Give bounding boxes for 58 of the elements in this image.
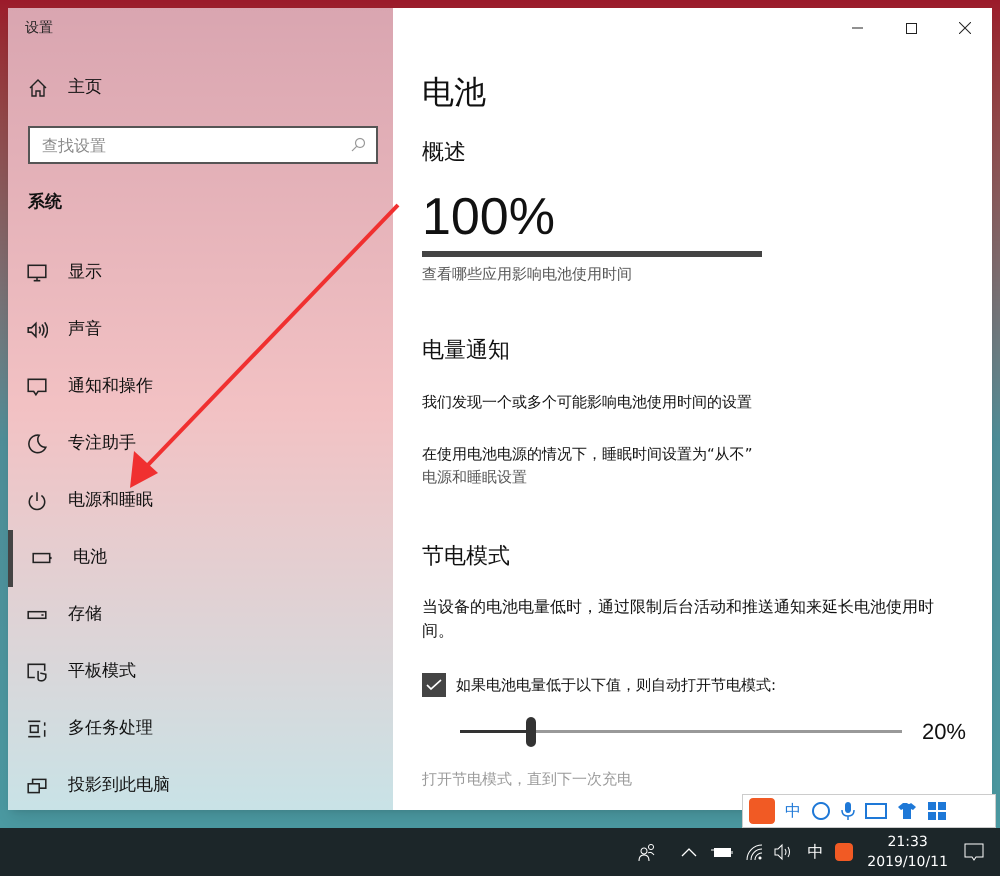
page-title: 电池 <box>422 76 486 108</box>
nav-item[interactable]: 多任务处理 <box>8 700 393 758</box>
nav-icon <box>26 376 48 398</box>
slider-value: 20% <box>922 718 966 746</box>
chevron-up-icon[interactable] <box>681 847 698 857</box>
description-text: 当设备的电池电量低时，通过限制后台活动和推送通知来延长电池使用时间。 <box>422 596 935 642</box>
nav-item[interactable]: 显示 <box>8 244 393 302</box>
clock-date[interactable]: 2019/10/11 <box>867 852 948 872</box>
ime-logo-icon <box>749 798 775 824</box>
section-heading: 系统 <box>27 191 62 214</box>
nav-item[interactable]: 投影到此电脑 <box>8 758 393 810</box>
clock-time[interactable]: 21:33 <box>887 832 928 852</box>
nav-item[interactable]: 存储 <box>8 586 393 644</box>
nav-item[interactable]: 通知和操作 <box>8 358 393 416</box>
link[interactable]: 查看哪些应用影响电池使用时间 <box>422 263 632 286</box>
section-heading: 概述 <box>422 139 466 167</box>
nav-icon <box>26 319 48 341</box>
grid-icon[interactable] <box>927 801 947 821</box>
nav-item[interactable]: 电池 <box>8 530 393 586</box>
nav-icon <box>26 661 48 683</box>
slider-thumb[interactable] <box>526 717 536 747</box>
nav-icon <box>26 433 48 455</box>
shirt-icon[interactable] <box>897 801 917 821</box>
checkbox[interactable] <box>422 673 446 697</box>
window-title: 设置 <box>24 19 53 38</box>
nav-item[interactable]: 平板模式 <box>8 644 393 700</box>
section-heading: 电量通知 <box>422 336 510 364</box>
keyboard-icon[interactable] <box>865 803 887 819</box>
maximize-icon <box>906 22 916 34</box>
section-heading: 节电模式 <box>422 543 510 571</box>
check-icon <box>426 679 442 691</box>
nav-icon <box>26 718 48 740</box>
input-indicator[interactable]: 中 <box>807 840 824 864</box>
people-icon[interactable] <box>637 842 658 862</box>
nav-item[interactable]: 专注助手 <box>8 416 393 472</box>
home-link[interactable]: 主页 <box>8 59 102 117</box>
battery-icon[interactable] <box>711 845 734 859</box>
nav-item[interactable]: 声音 <box>8 302 393 358</box>
nav-icon <box>26 262 48 284</box>
search-icon <box>350 137 366 153</box>
notice-text: 在使用电池电源的情况下，睡眠时间设置为“从不” <box>422 444 752 465</box>
notice-text: 我们发现一个或多个可能影响电池使用时间的设置 <box>422 392 752 412</box>
battery-percent: 100% <box>422 191 555 243</box>
ime-logo-icon[interactable] <box>835 843 854 861</box>
search-field[interactable]: 查找设置 <box>28 126 378 164</box>
notification-icon[interactable] <box>964 842 984 862</box>
close-icon <box>959 22 971 34</box>
wifi-icon[interactable] <box>745 843 764 861</box>
link[interactable]: 电源和睡眠设置 <box>422 466 527 488</box>
nav-icon <box>26 490 48 512</box>
toggle-label: 打开节电模式，直到下一次充电 <box>422 769 632 790</box>
smiley-icon[interactable] <box>811 801 831 821</box>
ime-mode[interactable]: 中 <box>785 799 801 823</box>
minimize-icon <box>852 27 862 29</box>
nav-item[interactable]: 电源和睡眠 <box>8 472 393 530</box>
home-icon <box>28 78 48 98</box>
checkbox-label: 如果电池电量低于以下值，则自动打开节电模式: <box>456 674 776 696</box>
microphone-icon[interactable] <box>841 801 855 821</box>
